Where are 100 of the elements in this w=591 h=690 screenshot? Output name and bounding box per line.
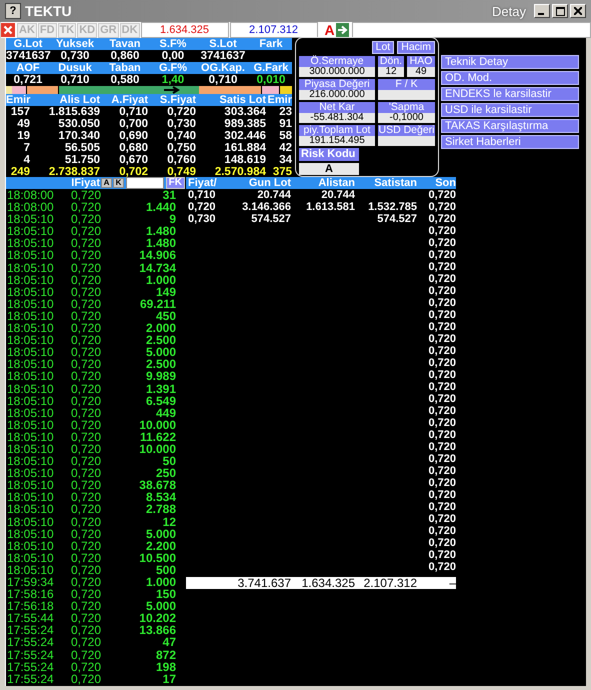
table-cell-text: 0,720 (70, 201, 102, 214)
table-cell-text: 0,700 (118, 118, 148, 130)
table-cell-text: 18:05:10 (6, 274, 55, 286)
table-cell-text: 18:05:10 (6, 286, 55, 298)
table-cell-text: 0,720 (70, 225, 102, 238)
table-cell-text: 0,720 (70, 503, 102, 516)
menu-button[interactable]: Teknik Detay (441, 55, 579, 69)
table-cell-text: 50 (162, 455, 176, 468)
table-cell-text: 0,720 (427, 321, 456, 333)
column-header: Gun Lot (248, 177, 291, 189)
table-cell: 0,580 (110, 75, 140, 85)
table-cell-text: 302.446 (223, 130, 266, 142)
column-header: A.Fiyat (110, 94, 148, 106)
menu-button[interactable]: Sirket Haberleri (441, 135, 579, 149)
table-cell-text: 18:05:10 (6, 540, 55, 552)
menu-button[interactable]: ENDEKS le karsilastir (441, 87, 579, 101)
table-cell-text: 18:05:10 (6, 455, 55, 468)
table-cell-text: 17:58:16 (6, 588, 55, 600)
table-cell-text: 18:05:10 (6, 491, 55, 504)
table-cell-text: 42 (278, 142, 292, 154)
table-cell-text: 2.000 (144, 322, 176, 334)
table-cell-text: 161.884 (223, 142, 266, 154)
table-cell-text: 9.989 (144, 370, 176, 382)
column-header: S.F% (158, 38, 188, 50)
close-icon[interactable] (1, 23, 15, 37)
table-cell-text: 0,710 (187, 189, 217, 201)
toggle-button[interactable]: Lot (372, 41, 394, 54)
table-cell-text: 2.500 (144, 358, 176, 370)
table-cell-text: 14.906 (138, 249, 176, 262)
table-cell-text: 1.613.581 (305, 201, 355, 213)
table-cell-text: 12 (162, 516, 176, 528)
table-cell-text: 18:08:00 (6, 189, 55, 202)
table-cell-text: 58 (278, 130, 292, 142)
column-header: Satis Lot (218, 94, 266, 106)
table-cell-text: 17:55:24 (6, 648, 55, 661)
table-cell-text: 18:05:10 (6, 418, 55, 431)
window-subtitle: Detay (492, 4, 526, 18)
table-cell-text: 18:05:10 (6, 322, 55, 334)
table-cell-text: 0,720 (187, 201, 217, 213)
table-cell-text: 0,720 (427, 273, 456, 285)
table-cell-text: 0,720 (70, 298, 102, 310)
column-header: Taban (108, 62, 142, 74)
field-label: F / K (378, 79, 435, 90)
help-icon[interactable]: ? (5, 3, 21, 19)
table-cell-text: 989.385 (223, 118, 266, 130)
table-cell-text: 157 (10, 106, 30, 118)
table-cell-text: 69.211 (138, 298, 176, 310)
toggle-button[interactable]: Hacim (397, 41, 435, 54)
table-cell-text: 449 (154, 406, 176, 419)
column-header: Son (434, 177, 456, 189)
table-cell-text: 18:05:10 (6, 346, 55, 358)
menu-button[interactable]: OD. Mod. (441, 71, 579, 85)
close-button[interactable] (570, 4, 586, 18)
maximize-icon (556, 6, 564, 16)
table-cell-text: 18:05:10 (6, 370, 55, 382)
table-cell-text: 0,720 (70, 552, 102, 564)
table-cell-text: 0,720 (70, 660, 102, 673)
filter-button[interactable]: FK (166, 177, 185, 189)
field-value: 49 (407, 67, 435, 77)
symbol-field[interactable] (352, 22, 591, 38)
table-cell-text: 0,720 (70, 648, 102, 661)
table-cell-text: 4 (22, 154, 30, 166)
field-value: 300.000.000 (299, 67, 375, 77)
table-cell-text: 47 (162, 636, 176, 649)
minimize-button[interactable] (534, 4, 550, 18)
filter-button[interactable]: A (101, 178, 112, 188)
table-cell: 0,010 (256, 75, 286, 85)
table-cell-text: 0,720 (70, 370, 102, 382)
table-cell-text: 18:05:10 (6, 225, 55, 238)
table-cell-text: 20.744 (256, 189, 291, 201)
table-cell-text: 0,720 (70, 249, 102, 262)
maximize-button[interactable] (552, 4, 568, 18)
table-cell-text: 23 (278, 106, 292, 118)
table-cell-text: 0,720 (70, 442, 102, 456)
table-cell-text: 0,720 (70, 394, 102, 407)
table-cell-text: 11.622 (138, 430, 176, 443)
table-cell-text: 0,720 (427, 345, 456, 357)
table-cell-text: 0,720 (427, 489, 456, 501)
table-cell-text: 0,720 (70, 564, 102, 576)
filter-button[interactable]: K (113, 178, 124, 188)
table-cell-text: 872 (154, 648, 176, 661)
table-cell-text: 0,720 (427, 285, 456, 297)
table-cell-text: 18:05:10 (6, 406, 55, 419)
table-cell-text: 17:55:24 (6, 624, 55, 636)
total-cell-text: 1.634.325 (300, 577, 355, 589)
menu-button[interactable]: TAKAS Karşılaştırma (441, 119, 579, 133)
menu-button[interactable]: USD ile karsilastir (441, 103, 579, 117)
table-cell-text: 0,720 (70, 600, 102, 612)
table-cell-text: 0,720 (166, 106, 196, 118)
table-cell-text: 0,720 (70, 588, 102, 600)
buy-total: 1.634.325 (140, 22, 229, 38)
column-header: Fark (258, 38, 284, 50)
table-cell-text: 0,720 (70, 382, 102, 395)
column-header: AOF (15, 62, 41, 74)
table-cell-text: 18:05:10 (6, 237, 55, 250)
total-cell-text: 375 (272, 166, 292, 178)
table-cell-text: 18:05:10 (6, 503, 55, 516)
arrow-icon[interactable] (336, 23, 349, 37)
table-cell-text: 0,720 (427, 237, 456, 249)
filter-field[interactable] (126, 177, 164, 189)
